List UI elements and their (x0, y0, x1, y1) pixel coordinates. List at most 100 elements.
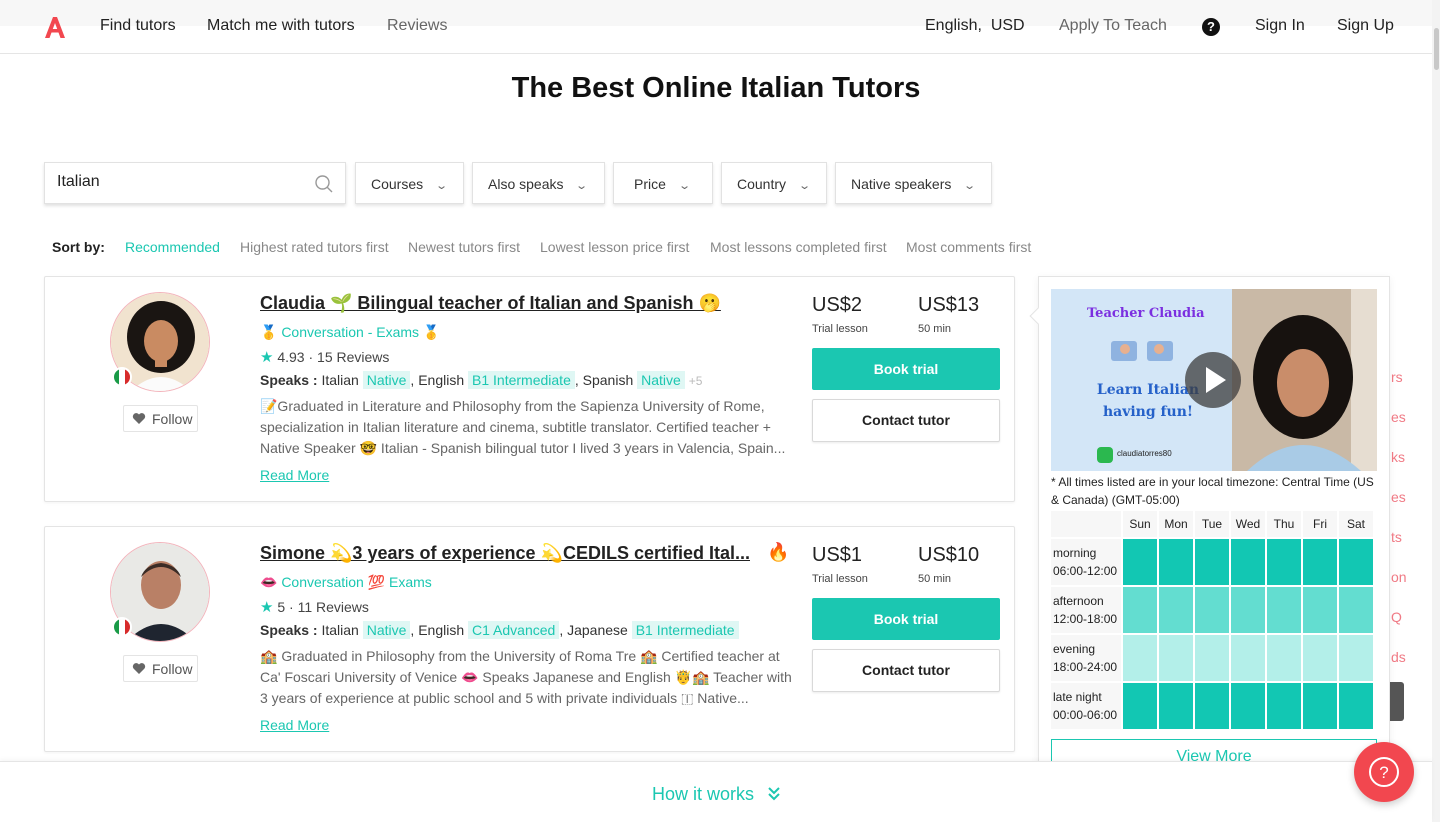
filter-country[interactable]: Country ⌄ (721, 162, 827, 204)
intro-video[interactable]: Teacher Claudia Learn Italian having fun!… (1051, 289, 1377, 471)
availability-cell (1195, 683, 1229, 729)
side-link-peek[interactable]: ds (1391, 649, 1406, 665)
slot-label: late night 00:00-06:00 (1051, 683, 1121, 729)
chevron-down-icon: ⌄ (678, 180, 691, 192)
how-it-works-link[interactable]: How it works (652, 784, 781, 805)
review-count: 11 Reviews (297, 599, 369, 615)
read-more-link[interactable]: Read More (260, 717, 329, 733)
nav-reviews[interactable]: Reviews (387, 17, 447, 35)
chevron-down-icon: ⌄ (435, 180, 449, 192)
tutor-name[interactable]: Simone 💫3 years of experience 💫CEDILS ce… (260, 543, 760, 564)
video-title: Teacher Claudia (1087, 306, 1205, 321)
brand-logo-icon[interactable] (42, 14, 68, 40)
nav-match-me[interactable]: Match me with tutors (207, 17, 355, 35)
contact-tutor-button[interactable]: Contact tutor (812, 649, 1000, 692)
availability-cell (1303, 587, 1337, 633)
play-icon[interactable] (1184, 351, 1242, 409)
nav-find-tutors[interactable]: Find tutors (100, 17, 176, 35)
chevron-down-icon: ⌄ (963, 180, 977, 192)
sort-lowest-price[interactable]: Lowest lesson price first (540, 239, 689, 255)
scrollbar-thumb[interactable] (1434, 28, 1439, 70)
side-link-peek[interactable]: on (1391, 569, 1407, 585)
trial-price: US$1 (812, 544, 863, 566)
more-languages-count[interactable]: +5 (689, 374, 703, 388)
sort-recommended[interactable]: Recommended (125, 239, 220, 255)
rating-value: 4.93 (277, 349, 305, 365)
side-toggle-tab[interactable] (1390, 682, 1404, 721)
availability-cell (1231, 539, 1265, 585)
side-link-peek[interactable]: es (1391, 409, 1406, 425)
lesson-duration: 50 min (918, 323, 952, 335)
italy-flag-icon (112, 617, 132, 637)
day-header: Wed (1231, 511, 1265, 537)
search-input[interactable] (57, 173, 307, 191)
filter-also-speaks-label: Also speaks (488, 176, 564, 192)
help-icon[interactable]: ? (1202, 18, 1220, 36)
star-icon: ★ (260, 349, 274, 366)
panel-pointer (1029, 307, 1047, 325)
page-scrollbar[interactable] (1432, 0, 1440, 822)
language-name: Japanese (567, 622, 628, 638)
currency-label: USD (990, 17, 1025, 34)
tutor-description: 📝Graduated in Literature and Philosophy … (260, 398, 786, 456)
search-box[interactable] (44, 162, 346, 204)
filter-native-speakers-label: Native speakers (851, 176, 952, 192)
book-trial-button[interactable]: Book trial (812, 348, 1000, 390)
side-link-peek[interactable]: es (1391, 489, 1406, 505)
follow-button[interactable]: Follow (123, 655, 198, 682)
day-header: Tue (1195, 511, 1229, 537)
help-chat-button[interactable]: ? (1354, 742, 1414, 802)
slot-label: evening 18:00-24:00 (1051, 635, 1121, 681)
availability-cell (1231, 683, 1265, 729)
availability-cell (1231, 635, 1265, 681)
trial-label: Trial lesson (812, 573, 868, 585)
tutor-preview-panel: Teacher Claudia Learn Italian having fun!… (1029, 276, 1390, 788)
follow-label: Follow (152, 661, 193, 677)
language-name: Spanish (582, 372, 634, 388)
book-trial-button[interactable]: Book trial (812, 598, 1000, 640)
sign-up-link[interactable]: Sign Up (1337, 17, 1394, 35)
double-chevron-down-icon (768, 787, 780, 801)
tutor-name[interactable]: Claudia 🌱 Bilingual teacher of Italian a… (260, 293, 800, 314)
availability-cell (1303, 539, 1337, 585)
tutor-card-claudia[interactable]: Follow Claudia 🌱 Bilingual teacher of It… (44, 276, 1015, 502)
sort-most-lessons[interactable]: Most lessons completed first (710, 239, 887, 255)
side-link-peek[interactable]: Q (1391, 609, 1402, 625)
sort-most-comments[interactable]: Most comments first (906, 239, 1031, 255)
sort-highest-rated[interactable]: Highest rated tutors first (240, 239, 389, 255)
availability-schedule: Sun Mon Tue Wed Thu Fri Sat morning 06:00… (1051, 509, 1377, 731)
side-link-peek[interactable]: ks (1391, 449, 1405, 465)
sign-in-link[interactable]: Sign In (1255, 17, 1305, 35)
language-name: English (418, 622, 465, 638)
slot-label: afternoon 12:00-18:00 (1051, 587, 1121, 633)
heart-icon (132, 413, 146, 424)
filter-price[interactable]: Price ⌄ (613, 162, 713, 204)
lesson-price: US$13 (918, 294, 980, 316)
day-header: Thu (1267, 511, 1301, 537)
availability-cell (1303, 683, 1337, 729)
language-currency-selector[interactable]: English, USD (925, 17, 1025, 35)
sort-newest[interactable]: Newest tutors first (408, 239, 520, 255)
language-level: B1 Intermediate (631, 621, 739, 639)
availability-cell (1267, 635, 1301, 681)
availability-cell (1195, 539, 1229, 585)
availability-cell (1303, 635, 1337, 681)
search-icon[interactable] (314, 174, 334, 194)
filter-also-speaks[interactable]: Also speaks ⌄ (472, 162, 605, 204)
sort-label: Sort by: (52, 239, 105, 255)
filter-native-speakers[interactable]: Native speakers ⌄ (835, 162, 992, 204)
tutor-card-simone[interactable]: Follow Simone 💫3 years of experience 💫CE… (44, 526, 1015, 752)
side-link-peek[interactable]: rs (1391, 369, 1403, 385)
tutor-description: 🏫 Graduated in Philosophy from the Unive… (260, 648, 792, 706)
video-caption-line2: having fun! (1102, 404, 1194, 420)
contact-tutor-button[interactable]: Contact tutor (812, 399, 1000, 442)
side-link-peek[interactable]: ts (1391, 529, 1402, 545)
apply-to-teach-link[interactable]: Apply To Teach (1059, 17, 1167, 35)
follow-button[interactable]: Follow (123, 405, 198, 432)
speaks-label: Speaks : (260, 372, 318, 388)
read-more-link[interactable]: Read More (260, 467, 329, 483)
slot-name: late night (1053, 690, 1102, 704)
filter-courses[interactable]: Courses ⌄ (355, 162, 464, 204)
availability-cell (1339, 683, 1373, 729)
italy-flag-icon (112, 367, 132, 387)
